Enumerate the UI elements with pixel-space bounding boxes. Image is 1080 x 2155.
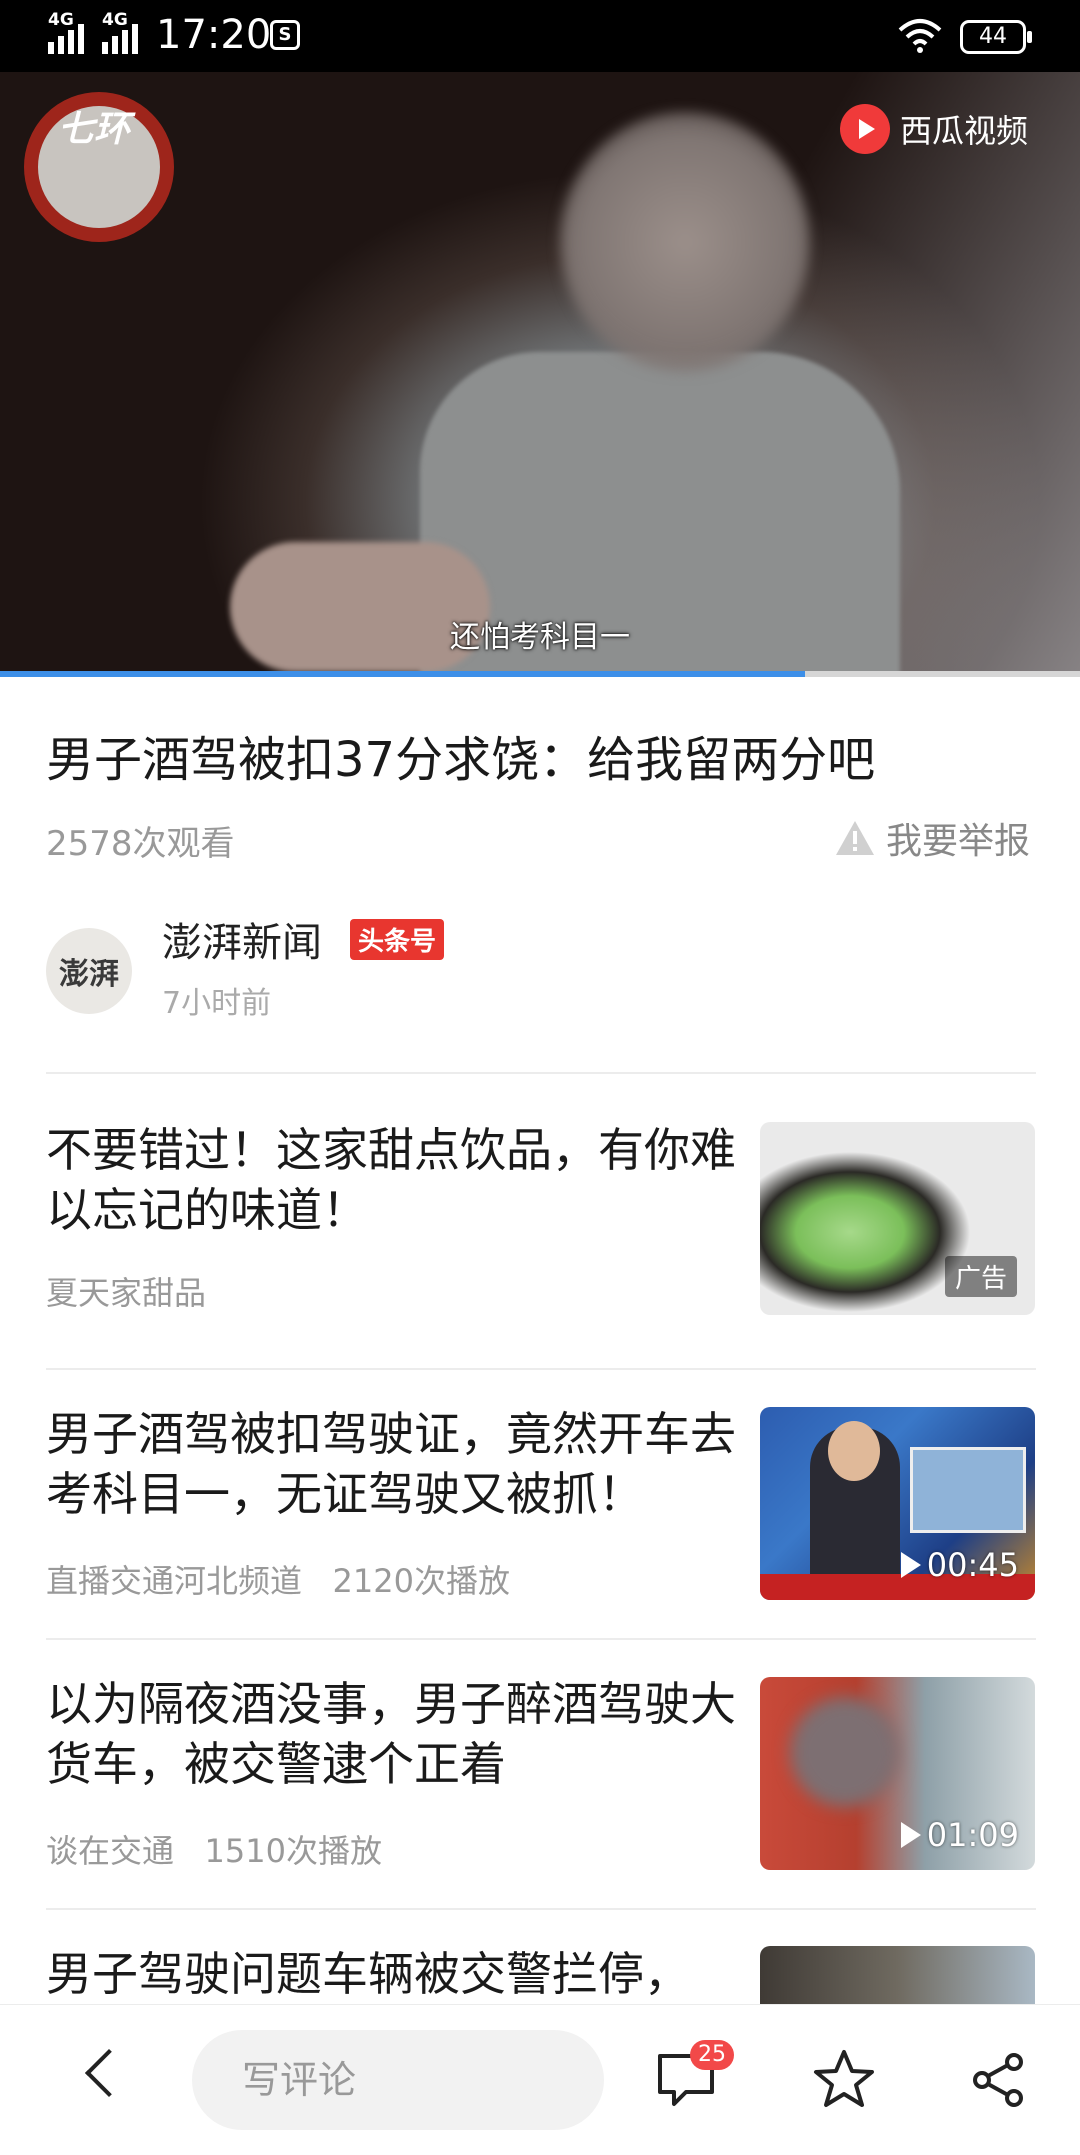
feed-item-source: 谈在交通: [46, 1832, 175, 1870]
report-button[interactable]: 我要举报: [834, 812, 1030, 864]
status-bar: 4G 4G 17:20 S 44: [0, 0, 1080, 72]
feed-item-thumbnail[interactable]: 00:45: [760, 1407, 1035, 1600]
feed-item-thumbnail[interactable]: [760, 1946, 1035, 2006]
feed-item-source: 夏天家甜品: [46, 1274, 207, 1312]
feed-item-plays: 2120次播放: [332, 1562, 510, 1600]
feed-item-source: 直播交通河北频道: [46, 1562, 303, 1600]
feed-item-title[interactable]: 以为隔夜酒没事，男子醉酒驾驶大货车，被交警逮个正着: [46, 1674, 746, 1794]
view-count: 2578次观看: [46, 824, 235, 864]
video-duration: 00:45: [900, 1546, 1019, 1584]
channel-watermark: 七环: [58, 109, 131, 150]
clock: 17:20: [156, 12, 272, 58]
star-icon[interactable]: [812, 2048, 876, 2110]
feed-item-thumbnail[interactable]: 01:09: [760, 1677, 1035, 1870]
video-player[interactable]: [0, 72, 1080, 672]
xigua-watermark-text: 西瓜视频: [900, 112, 1029, 150]
xigua-logo-icon: [840, 104, 890, 154]
article-title: 男子酒驾被扣37分求饶：给我留两分吧: [46, 732, 876, 788]
signal-icon-1: 4G: [48, 10, 84, 54]
comment-input[interactable]: 写评论: [192, 2030, 604, 2130]
feed-item-title[interactable]: 不要错过！这家甜点饮品，有你难以忘记的味道！: [46, 1120, 746, 1240]
divider: [46, 1908, 1036, 1910]
feed-item-meta: 直播交通河北频道 2120次播放: [46, 1556, 510, 1602]
feed-item-plays: 1510次播放: [204, 1832, 382, 1870]
video-progress-fill: [0, 671, 805, 677]
sim-icon: S: [270, 20, 300, 50]
duration-label: 00:45: [926, 1546, 1019, 1584]
share-icon[interactable]: [970, 2052, 1026, 2108]
xigua-watermark: 西瓜视频: [840, 104, 1028, 154]
author-avatar[interactable]: 澎湃: [46, 928, 132, 1014]
divider: [46, 1368, 1036, 1370]
play-icon: [900, 1822, 921, 1848]
video-subtitle: 还怕考科目一: [450, 620, 630, 655]
signal-icon-2: 4G: [102, 10, 138, 54]
divider: [46, 1638, 1036, 1640]
duration-label: 01:09: [926, 1816, 1019, 1854]
feed-item-title[interactable]: 男子酒驾被扣驾驶证，竟然开车去考科目一，无证驾驶又被抓！: [46, 1404, 746, 1524]
author-name[interactable]: 澎湃新闻: [162, 910, 322, 968]
battery-icon: 44: [960, 20, 1032, 54]
video-duration: 01:09: [900, 1816, 1019, 1854]
ad-tag: 广告: [944, 1256, 1017, 1297]
feed-item-meta: 谈在交通 1510次播放: [46, 1826, 382, 1872]
report-label: 我要举报: [886, 821, 1031, 862]
wifi-icon: [898, 19, 942, 53]
publish-time: 7小时前: [162, 986, 272, 1021]
divider: [46, 1072, 1036, 1074]
feed-item-thumbnail[interactable]: 广告: [760, 1122, 1035, 1315]
video-progress-bar[interactable]: [0, 671, 1080, 677]
warning-icon: [836, 821, 874, 855]
toutiao-badge: 头条号: [350, 919, 445, 960]
network-label-1: 4G: [48, 10, 74, 30]
feed-item-title[interactable]: 男子驾驶问题车辆被交警拦停，: [46, 1944, 746, 2004]
network-label-2: 4G: [102, 10, 128, 30]
comment-count-badge: 25: [690, 2040, 734, 2070]
play-icon: [900, 1552, 921, 1578]
